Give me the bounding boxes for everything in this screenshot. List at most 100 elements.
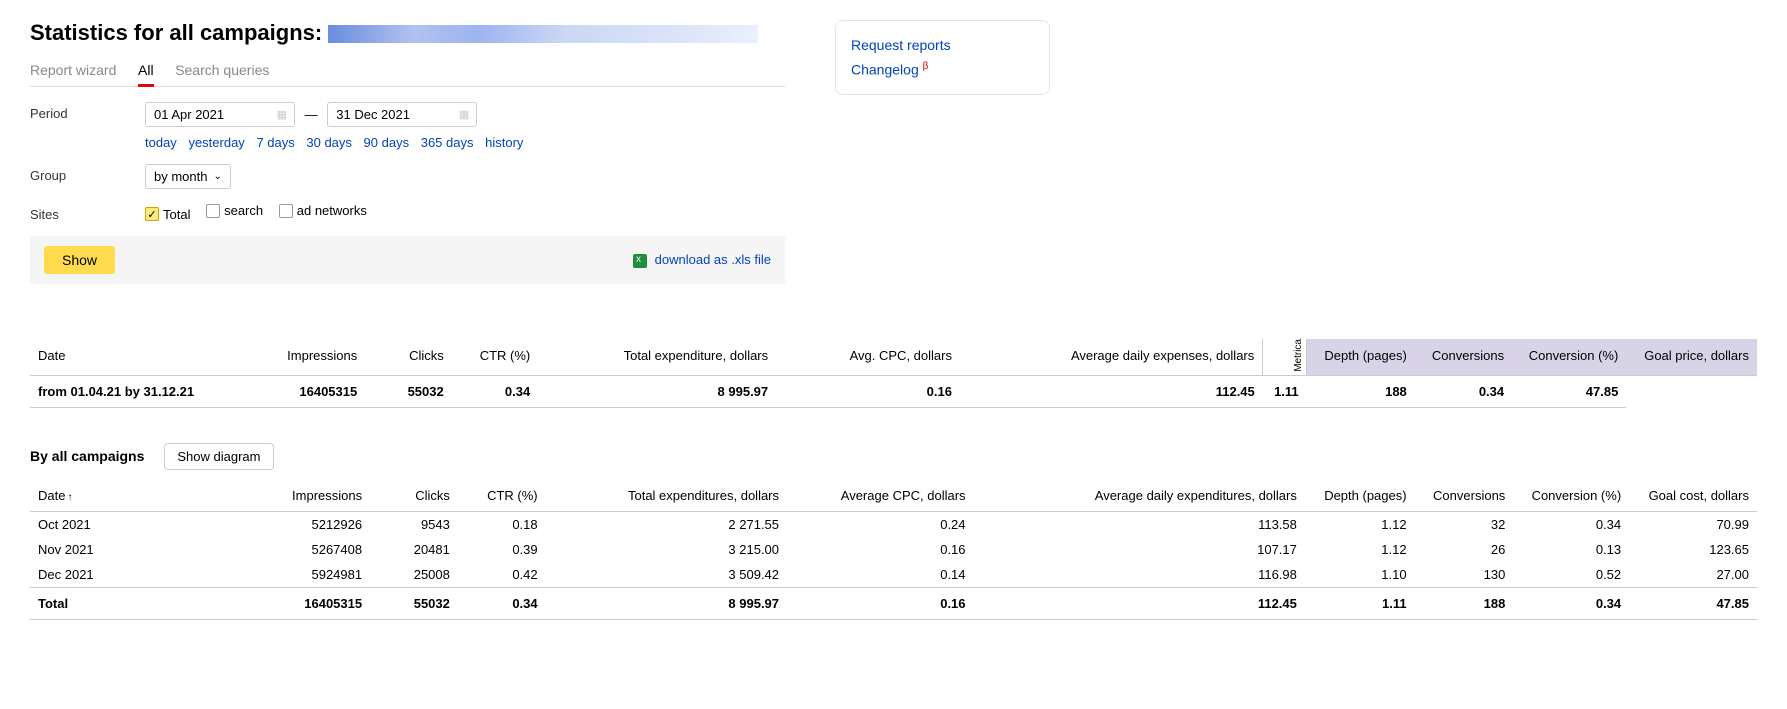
tab-all[interactable]: All (138, 54, 154, 87)
col-avg-daily[interactable]: Average daily expenses, dollars (960, 339, 1263, 375)
col-conv-pct[interactable]: Conversion (%) (1512, 339, 1626, 375)
col-impressions[interactable]: Impressions (249, 482, 370, 512)
cell-ctr: 0.18 (458, 511, 546, 537)
cell-date: Dec 2021 (30, 562, 249, 588)
col-date[interactable]: Date (30, 339, 246, 375)
cell-conv_pct: 0.34 (1513, 587, 1629, 619)
request-reports-link[interactable]: Request reports (851, 33, 1034, 57)
cell-ctr: 0.34 (452, 375, 539, 407)
cell-date: from 01.04.21 by 31.12.21 (30, 375, 246, 407)
quick-90days[interactable]: 90 days (364, 135, 410, 150)
cell-total_exp: 3 509.42 (546, 562, 787, 588)
cell-total_exp: 2 271.55 (546, 511, 787, 537)
cell-impressions: 5267408 (249, 537, 370, 562)
show-diagram-button[interactable]: Show diagram (164, 443, 273, 470)
cell-total_exp: 8 995.97 (546, 587, 787, 619)
side-panel: Request reports Changelog β (835, 20, 1050, 95)
tab-search-queries[interactable]: Search queries (175, 54, 269, 86)
quick-7days[interactable]: 7 days (256, 135, 294, 150)
table-row-total: Total1640531555032 0.34 8 995.970.16112.45… (30, 587, 1757, 619)
col-ctr[interactable]: CTR (%) (458, 482, 546, 512)
date-separator: — (305, 107, 318, 122)
cell-avg_daily: 112.45 (974, 587, 1305, 619)
col-date[interactable]: Date↑ (30, 482, 249, 512)
cell-impressions: 5924981 (249, 562, 370, 588)
col-depth[interactable]: Depth (pages) (1305, 482, 1415, 512)
calendar-icon: ▦ (459, 108, 468, 121)
col-conv-pct[interactable]: Conversion (%) (1513, 482, 1629, 512)
cell-conv_pct: 0.52 (1513, 562, 1629, 588)
cell-conv_pct: 0.34 (1513, 511, 1629, 537)
cell-conv-pct: 0.34 (1415, 375, 1512, 407)
group-select[interactable]: by month ⌄ (145, 164, 231, 189)
summary-table: Date Impressions Clicks CTR (%) Total ex… (30, 339, 1757, 408)
cell-depth: 1.11 (1263, 375, 1307, 407)
cell-avg_cpc: 0.16 (787, 537, 974, 562)
col-avg-cpc[interactable]: Avg. CPC, dollars (776, 339, 960, 375)
date-from-input[interactable]: 01 Apr 2021 ▦ (145, 102, 295, 127)
checkbox-search[interactable]: search (206, 203, 263, 218)
beta-icon: β (923, 61, 929, 72)
col-ctr[interactable]: CTR (%) (452, 339, 539, 375)
cell-avg_daily: 107.17 (974, 537, 1305, 562)
col-clicks[interactable]: Clicks (365, 339, 452, 375)
show-button[interactable]: Show (44, 246, 115, 274)
changelog-link[interactable]: Changelog β (851, 57, 1034, 82)
cell-goal_cost: 47.85 (1629, 587, 1757, 619)
detail-table: Date↑ Impressions Clicks CTR (%) Total e… (30, 482, 1757, 620)
cell-clicks: 9543 (370, 511, 458, 537)
col-clicks[interactable]: Clicks (370, 482, 458, 512)
sort-asc-icon: ↑ (67, 492, 72, 503)
cell-ctr: 0.42 (458, 562, 546, 588)
date-to-input[interactable]: 31 Dec 2021 ▦ (327, 102, 477, 127)
col-goal-cost[interactable]: Goal cost, dollars (1629, 482, 1757, 512)
summary-row: from 01.04.21 by 31.12.21 16405315 55032… (30, 375, 1757, 407)
redacted-campaign-name (328, 25, 758, 43)
checkbox-ad-networks[interactable]: ad networks (279, 203, 367, 218)
cell-total-exp: 8 995.97 (538, 375, 776, 407)
cell-avg-daily: 112.45 (960, 375, 1263, 407)
cell-date: Total (30, 587, 249, 619)
col-avg-daily[interactable]: Average daily expenditures, dollars (974, 482, 1305, 512)
group-label: Group (30, 164, 145, 183)
checkbox-total[interactable]: ✓ Total (145, 207, 190, 222)
cell-depth: 1.12 (1305, 537, 1415, 562)
col-impressions[interactable]: Impressions (246, 339, 365, 375)
col-conversions[interactable]: Conversions (1415, 482, 1514, 512)
download-xls-link[interactable]: download as .xls file (633, 252, 771, 268)
cell-impressions: 5212926 (249, 511, 370, 537)
cell-avg_cpc: 0.16 (787, 587, 974, 619)
page-title: Statistics for all campaigns: (30, 20, 785, 46)
quick-yesterday[interactable]: yesterday (188, 135, 244, 150)
cell-conv_pct: 0.13 (1513, 537, 1629, 562)
quick-history[interactable]: history (485, 135, 523, 150)
detail-section-title: By all campaigns (30, 448, 144, 464)
check-icon (206, 204, 220, 218)
col-total-exp[interactable]: Total expenditures, dollars (546, 482, 787, 512)
page-title-text: Statistics for all campaigns: (30, 20, 322, 45)
download-xls-label: download as .xls file (655, 252, 771, 267)
cell-depth: 1.10 (1305, 562, 1415, 588)
check-icon (279, 204, 293, 218)
col-conversions[interactable]: Conversions (1415, 339, 1512, 375)
col-date-label: Date (38, 488, 65, 503)
excel-icon (633, 254, 647, 268)
quick-365days[interactable]: 365 days (421, 135, 474, 150)
col-avg-cpc[interactable]: Average CPC, dollars (787, 482, 974, 512)
quick-30days[interactable]: 30 days (306, 135, 352, 150)
tab-report-wizard[interactable]: Report wizard (30, 54, 116, 86)
cell-clicks: 20481 (370, 537, 458, 562)
col-total-exp[interactable]: Total expenditure, dollars (538, 339, 776, 375)
cell-avg_daily: 113.58 (974, 511, 1305, 537)
quick-period-links: today yesterday 7 days 30 days 90 days 3… (145, 135, 785, 150)
quick-today[interactable]: today (145, 135, 177, 150)
cell-avg_cpc: 0.14 (787, 562, 974, 588)
cell-clicks: 55032 (370, 587, 458, 619)
cell-date: Nov 2021 (30, 537, 249, 562)
cell-avg-cpc: 0.16 (776, 375, 960, 407)
col-goal-price[interactable]: Goal price, dollars (1626, 339, 1757, 375)
col-depth[interactable]: Depth (pages) (1307, 339, 1415, 375)
table-row: Oct 2021521292695430.182 271.550.24113.5… (30, 511, 1757, 537)
chevron-down-icon: ⌄ (213, 171, 221, 182)
cell-impressions: 16405315 (249, 587, 370, 619)
